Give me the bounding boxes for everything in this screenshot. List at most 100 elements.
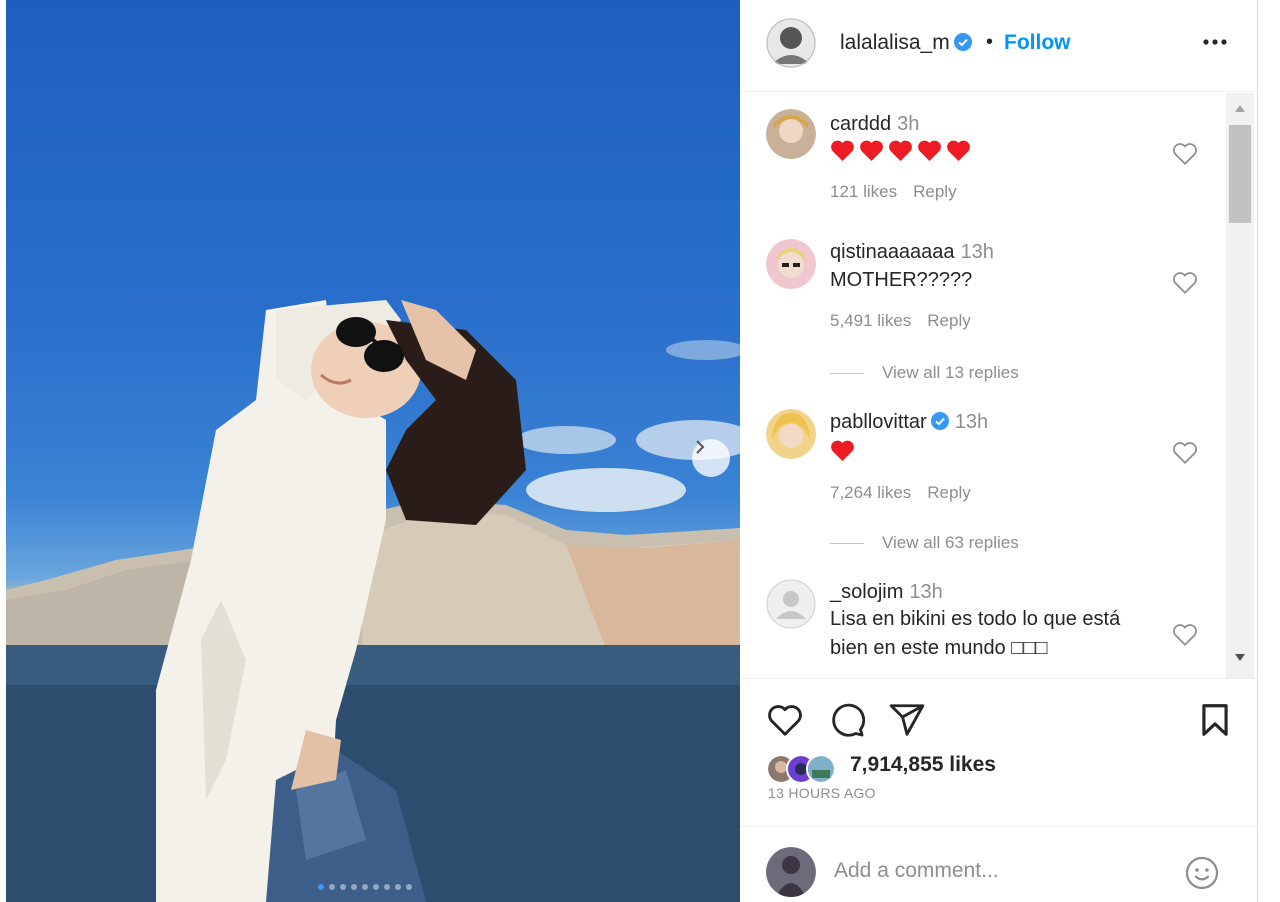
scroll-up-icon[interactable] bbox=[1234, 103, 1246, 113]
red-heart-emoji bbox=[831, 140, 854, 161]
carousel-indicators bbox=[318, 884, 412, 890]
more-icon bbox=[1203, 39, 1227, 45]
replies-divider bbox=[830, 372, 864, 374]
commenter-avatar[interactable] bbox=[766, 409, 816, 459]
comment-like-icon[interactable] bbox=[1172, 623, 1198, 647]
view-replies-text[interactable]: View all 13 replies bbox=[882, 363, 1019, 383]
follow-button[interactable]: Follow bbox=[1004, 31, 1071, 55]
comment-username-text[interactable]: qistinaaaaaaa bbox=[830, 241, 955, 263]
post-header: lalalalisa_m • Follow bbox=[740, 0, 1258, 92]
commenter-avatar-image bbox=[766, 239, 816, 289]
post-modal: lalalalisa_m • Follow carddd 3h 121 like… bbox=[0, 0, 1280, 902]
scrollbar-thumb[interactable] bbox=[1229, 125, 1251, 223]
comment-text-hearts bbox=[830, 440, 1160, 462]
commenter-avatar[interactable] bbox=[766, 579, 816, 629]
emoji-icon[interactable] bbox=[1184, 855, 1220, 891]
red-heart-emoji bbox=[889, 140, 912, 161]
commenter-avatar-image bbox=[766, 109, 816, 159]
comment-username[interactable]: pabllovittar 13h bbox=[830, 411, 988, 434]
carousel-dot[interactable] bbox=[340, 884, 346, 890]
comment-time: 13h bbox=[909, 581, 943, 603]
comment-item: pabllovittar 13h 7,264 likes Reply View al… bbox=[740, 393, 1226, 563]
comment-likes[interactable]: 7,264 likes bbox=[830, 483, 911, 502]
carousel-dot[interactable] bbox=[351, 884, 357, 890]
post-time[interactable]: 13 HOURS AGO bbox=[768, 785, 876, 801]
scroll-down-icon[interactable] bbox=[1234, 653, 1246, 663]
comment-likes[interactable]: 5,491 likes bbox=[830, 311, 911, 330]
comment-username-text[interactable]: _solojim bbox=[830, 581, 903, 603]
liker-avatar bbox=[806, 754, 836, 784]
comment-meta: 121 likes Reply bbox=[830, 182, 957, 202]
replies-divider bbox=[830, 542, 864, 544]
header-separator: • bbox=[986, 31, 994, 53]
verified-icon bbox=[953, 33, 972, 51]
author-username[interactable]: lalalalisa_m bbox=[840, 31, 972, 55]
bookmark-icon[interactable] bbox=[1196, 701, 1234, 739]
comment-reply-button[interactable]: Reply bbox=[927, 483, 970, 502]
comment-time: 13h bbox=[960, 241, 994, 263]
author-avatar-image bbox=[766, 18, 816, 68]
comment-text: MOTHER????? bbox=[830, 269, 973, 291]
comment-username-text[interactable]: pabllovittar bbox=[830, 411, 927, 433]
photo-scene bbox=[6, 300, 740, 902]
comment-reply-button[interactable]: Reply bbox=[927, 311, 970, 330]
post-actions: 7,914,855 likes 13 HOURS AGO bbox=[740, 678, 1258, 813]
comment-username-text[interactable]: carddd bbox=[830, 113, 891, 135]
current-user-avatar-image bbox=[766, 847, 816, 897]
comment-likes[interactable]: 121 likes bbox=[830, 182, 897, 201]
default-avatar-icon bbox=[766, 579, 816, 629]
comment-username[interactable]: _solojim 13h bbox=[830, 581, 943, 604]
red-heart-emoji bbox=[947, 140, 970, 161]
comments-scrollbar[interactable] bbox=[1226, 93, 1254, 678]
likes-count[interactable]: 7,914,855 likes bbox=[850, 753, 996, 777]
post-photo[interactable] bbox=[6, 0, 740, 902]
view-replies-button[interactable]: View all 63 replies bbox=[830, 533, 1019, 553]
liker-avatar-image bbox=[808, 756, 834, 782]
carousel-dot[interactable] bbox=[406, 884, 412, 890]
comment-reply-button[interactable]: Reply bbox=[913, 182, 956, 201]
author-avatar[interactable] bbox=[766, 18, 816, 68]
comment-text-hearts bbox=[830, 140, 1160, 162]
carousel-next-button[interactable] bbox=[692, 439, 730, 477]
current-user-avatar[interactable] bbox=[766, 847, 816, 897]
commenter-avatar[interactable] bbox=[766, 239, 816, 289]
red-heart-emoji bbox=[860, 140, 883, 161]
carousel-dot[interactable] bbox=[395, 884, 401, 890]
comment-time: 3h bbox=[897, 113, 920, 135]
comment-meta: 7,264 likes Reply bbox=[830, 483, 971, 503]
comments-list[interactable]: carddd 3h 121 likes Reply qistinaaaaaaa 13h… bbox=[740, 93, 1226, 678]
carousel-dot[interactable] bbox=[384, 884, 390, 890]
comment-item: carddd 3h 121 likes Reply bbox=[740, 93, 1226, 223]
chevron-right-icon bbox=[696, 440, 705, 454]
verified-icon bbox=[930, 412, 949, 430]
author-username-text[interactable]: lalalalisa_m bbox=[840, 31, 950, 54]
carousel-dot[interactable] bbox=[318, 884, 324, 890]
comment-time: 13h bbox=[954, 411, 989, 433]
view-replies-button[interactable]: View all 13 replies bbox=[830, 363, 1019, 383]
red-heart-emoji bbox=[831, 440, 854, 461]
view-replies-text[interactable]: View all 63 replies bbox=[882, 533, 1019, 553]
post-side-panel: lalalalisa_m • Follow carddd 3h 121 like… bbox=[740, 0, 1258, 902]
comment-like-icon[interactable] bbox=[1172, 441, 1198, 465]
comment-icon[interactable] bbox=[828, 701, 866, 739]
comment-like-icon[interactable] bbox=[1172, 271, 1198, 295]
comment-input[interactable] bbox=[834, 855, 1154, 887]
comment-item: qistinaaaaaaa 13h MOTHER????? 5,491 likes… bbox=[740, 223, 1226, 393]
carousel-dot[interactable] bbox=[362, 884, 368, 890]
heart-icon[interactable] bbox=[766, 701, 804, 739]
commenter-avatar[interactable] bbox=[766, 109, 816, 159]
carousel-dot[interactable] bbox=[329, 884, 335, 890]
comment-username[interactable]: carddd 3h bbox=[830, 113, 919, 136]
more-options-button[interactable] bbox=[1200, 32, 1230, 52]
liker-avatars[interactable] bbox=[766, 754, 836, 784]
carousel-dot[interactable] bbox=[373, 884, 379, 890]
add-comment-bar bbox=[740, 826, 1258, 902]
comment-text: Lisa en bikini es todo lo que está bien … bbox=[830, 608, 1121, 659]
comment-username[interactable]: qistinaaaaaaa 13h bbox=[830, 241, 994, 264]
share-icon[interactable] bbox=[888, 701, 926, 739]
commenter-avatar-image bbox=[766, 409, 816, 459]
comment-meta: 5,491 likes Reply bbox=[830, 311, 971, 331]
comment-like-icon[interactable] bbox=[1172, 142, 1198, 166]
comment-item: _solojim 13h Lisa en bikini es todo lo qu… bbox=[740, 563, 1226, 678]
red-heart-emoji bbox=[918, 140, 941, 161]
